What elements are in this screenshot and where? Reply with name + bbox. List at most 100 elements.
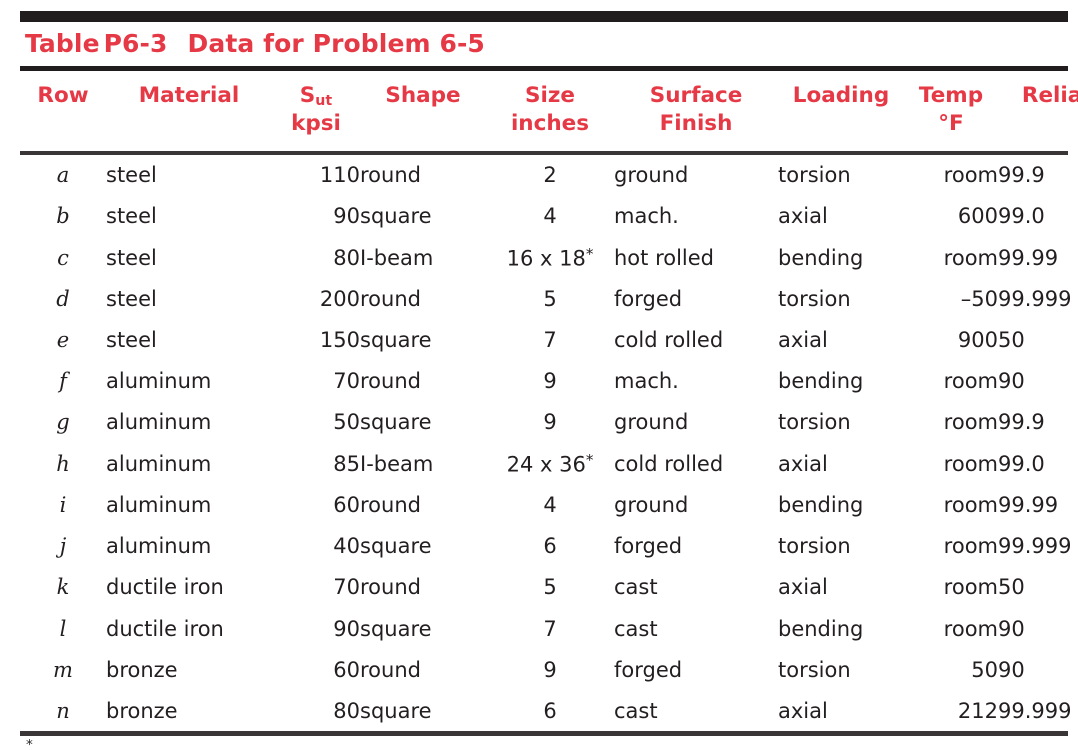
cell-loading: bending bbox=[778, 493, 864, 518]
header-label-temp: Temp bbox=[918, 83, 984, 108]
cell-surface: ground bbox=[614, 410, 689, 435]
cell-size: 5 bbox=[543, 287, 557, 312]
table-top-rule bbox=[20, 11, 1068, 22]
caption-title: Data for Problem 6-5 bbox=[187, 29, 485, 58]
table-caption: Table P6-3 Data for Problem 6-5 bbox=[20, 22, 1068, 66]
cell-sut: 85 bbox=[333, 451, 360, 476]
cell-shape: round bbox=[360, 369, 421, 394]
table-row: f aluminum 70 round 9 mach. bending room 90 bbox=[20, 361, 1078, 402]
cell-shape: round bbox=[360, 575, 421, 600]
cell-row-label: m bbox=[53, 657, 73, 682]
cell-row-label: n bbox=[56, 698, 70, 723]
cell-temp: room bbox=[943, 245, 998, 270]
cell-sut: 90 bbox=[333, 204, 360, 229]
table-row: g aluminum 50 square 9 ground torsion room 99.9 bbox=[20, 402, 1078, 443]
cell-size: 16 x 18* bbox=[506, 244, 594, 270]
cell-loading: torsion bbox=[778, 163, 851, 188]
cell-size: 6 bbox=[543, 698, 557, 723]
cell-size: 6 bbox=[543, 534, 557, 559]
header-row: Row Material Sut kpsi Shape Size inches Su… bbox=[20, 71, 1078, 151]
cell-reliability: 90 bbox=[998, 616, 1025, 641]
cell-reliability: 99.0 bbox=[998, 204, 1045, 229]
cell-material: aluminum bbox=[106, 451, 212, 476]
cell-sut: 90 bbox=[333, 616, 360, 641]
table-figure: Table P6-3 Data for Problem 6-5 Row Materi… bbox=[0, 11, 1078, 750]
cell-surface: cast bbox=[614, 698, 658, 723]
cell-material: aluminum bbox=[106, 493, 212, 518]
table-row: l ductile iron 90 square 7 cast bending room 90 bbox=[20, 608, 1078, 649]
cell-sut: 60 bbox=[333, 493, 360, 518]
cell-temp: room bbox=[943, 451, 998, 476]
size-footnote-marker: * bbox=[585, 244, 594, 263]
cell-material: steel bbox=[106, 163, 157, 188]
cell-reliability: 99.999 bbox=[998, 698, 1072, 723]
cell-temp: room bbox=[943, 575, 998, 600]
table-row: n bronze 80 square 6 cast axial 212 99.999 bbox=[20, 690, 1078, 731]
cell-shape: I-beam bbox=[360, 245, 434, 270]
caption-label: Table bbox=[25, 29, 100, 58]
cell-surface: mach. bbox=[614, 204, 679, 229]
data-table: Row Material Sut kpsi Shape Size inches Su… bbox=[20, 71, 1078, 151]
cell-reliability: 99.9 bbox=[998, 163, 1045, 188]
table-header: Row Material Sut kpsi Shape Size inches Su… bbox=[20, 71, 1078, 151]
cell-reliability: 99.999 bbox=[998, 287, 1072, 312]
cell-surface: cast bbox=[614, 616, 658, 641]
cell-loading: axial bbox=[778, 698, 828, 723]
column-header-loading: Loading bbox=[778, 71, 904, 151]
cell-sut: 60 bbox=[333, 657, 360, 682]
cell-temp: 50 bbox=[971, 657, 998, 682]
cell-material: aluminum bbox=[106, 369, 212, 394]
size-footnote-marker: * bbox=[585, 450, 594, 469]
cell-row-label: h bbox=[56, 451, 70, 476]
cell-material: aluminum bbox=[106, 534, 212, 559]
table-row: m bronze 60 round 9 forged torsion 50 90 bbox=[20, 649, 1078, 690]
cell-shape: round bbox=[360, 163, 421, 188]
cell-loading: torsion bbox=[778, 534, 851, 559]
header-label-row: Row bbox=[37, 83, 89, 108]
cell-material: steel bbox=[106, 245, 157, 270]
cell-material: steel bbox=[106, 204, 157, 229]
cell-shape: square bbox=[360, 410, 432, 435]
cell-size: 9 bbox=[543, 410, 557, 435]
cell-size: 7 bbox=[543, 616, 557, 641]
table-row: k ductile iron 70 round 5 cast axial room 50 bbox=[20, 567, 1078, 608]
cell-sut: 50 bbox=[333, 410, 360, 435]
cell-row-label: e bbox=[56, 328, 70, 353]
caption-number: P6-3 bbox=[103, 29, 168, 58]
column-header-sut: Sut kpsi bbox=[272, 71, 360, 151]
cell-temp: 212 bbox=[957, 698, 998, 723]
cell-loading: torsion bbox=[778, 657, 851, 682]
cell-material: bronze bbox=[106, 657, 178, 682]
cell-row-label: g bbox=[56, 410, 70, 435]
table-row: a steel 110 round 2 ground torsion room 99.9 bbox=[20, 155, 1078, 196]
cell-material: aluminum bbox=[106, 410, 212, 435]
cell-reliability: 90 bbox=[998, 369, 1025, 394]
cell-surface: ground bbox=[614, 163, 689, 188]
header-label-loading: Loading bbox=[792, 83, 890, 108]
cell-row-label: a bbox=[56, 163, 70, 188]
cell-row-label: k bbox=[56, 575, 70, 600]
cell-sut: 80 bbox=[333, 698, 360, 723]
cell-material: ductile iron bbox=[106, 575, 224, 600]
header-sublabel-sut: kpsi bbox=[291, 111, 341, 137]
header-label-surface: Surface bbox=[649, 83, 743, 108]
cell-size: 4 bbox=[543, 493, 557, 518]
cell-row-label: c bbox=[57, 245, 69, 270]
table-body: a steel 110 round 2 ground torsion room 99.9 b ste… bbox=[20, 155, 1078, 732]
footnote-marker: * bbox=[26, 737, 33, 750]
cell-reliability: 99.999 bbox=[998, 534, 1072, 559]
cell-temp: room bbox=[943, 534, 998, 559]
header-label-shape: Shape bbox=[385, 83, 461, 108]
column-header-temp: Temp °F bbox=[904, 71, 998, 151]
cell-shape: I-beam bbox=[360, 451, 434, 476]
cell-surface: forged bbox=[614, 534, 683, 559]
cell-row-label: j bbox=[59, 534, 67, 559]
cell-row-label: b bbox=[56, 204, 70, 229]
table-row: e steel 150 square 7 cold rolled axial 900 50 bbox=[20, 320, 1078, 361]
column-header-shape: Shape bbox=[360, 71, 486, 151]
cell-surface: cast bbox=[614, 575, 658, 600]
cell-surface: forged bbox=[614, 287, 683, 312]
cell-temp: room bbox=[943, 369, 998, 394]
cell-surface: mach. bbox=[614, 369, 679, 394]
cell-reliability: 99.9 bbox=[998, 410, 1045, 435]
